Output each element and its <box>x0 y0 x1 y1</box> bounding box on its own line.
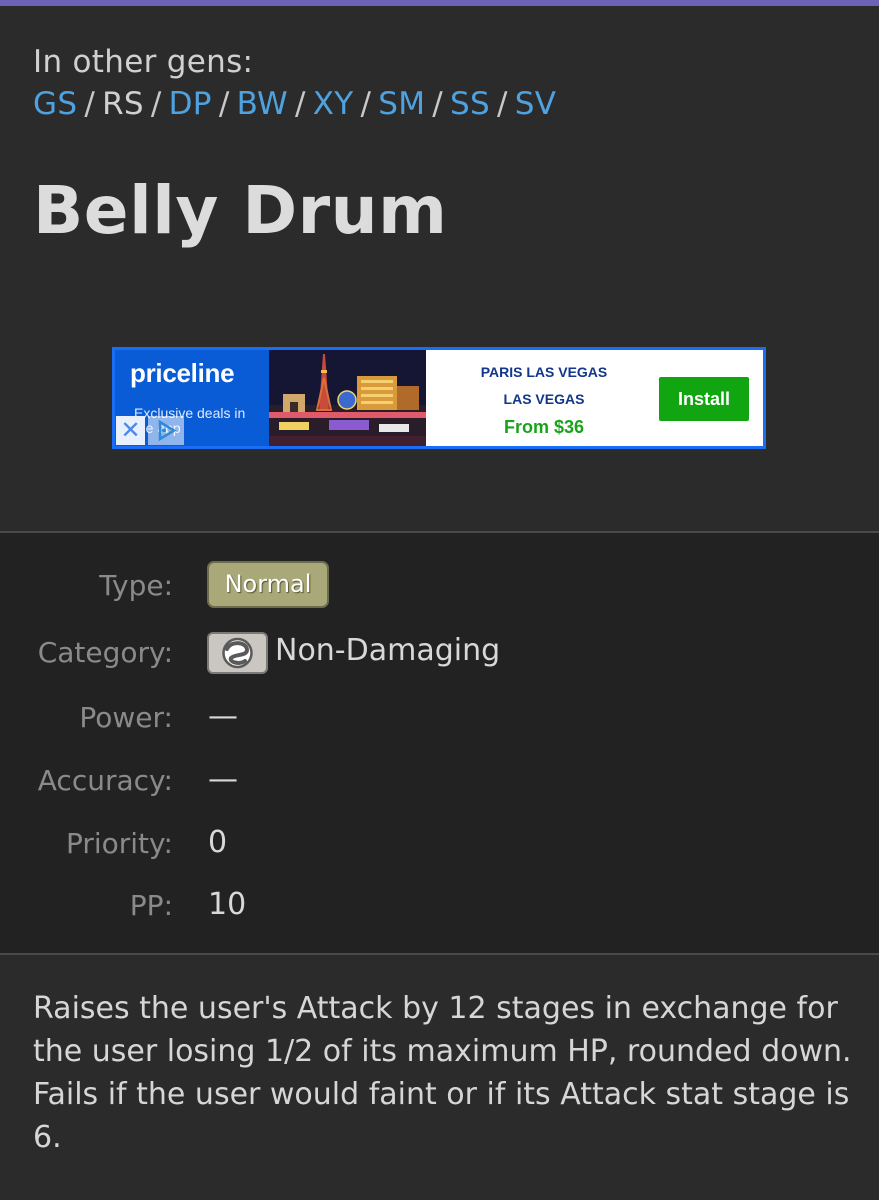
gen-link-bw[interactable]: BW <box>237 86 288 122</box>
ad-brand-logo: priceline <box>130 358 235 388</box>
pp-label: PP: <box>129 889 173 922</box>
type-label: Type: <box>99 569 173 602</box>
gens-nav: GS / RS / DP / BW / XY / SM / SS / SV <box>33 86 556 122</box>
ad-hotel-name: PARIS LAS VEGAS <box>480 364 608 380</box>
move-info-table: Type: Normal Category: Non-Damaging Powe… <box>0 531 879 955</box>
power-label: Power: <box>79 701 173 734</box>
gen-separator: / <box>432 86 444 122</box>
ad-banner[interactable]: priceline Exclusive deals in the app ✕ <box>112 347 766 449</box>
ad-brand-panel: priceline Exclusive deals in the app ✕ <box>115 350 269 446</box>
ad-close-icon[interactable]: ✕ <box>116 416 145 445</box>
gen-link-dp[interactable]: DP <box>169 86 212 122</box>
accuracy-value: — <box>208 762 238 797</box>
move-description: Raises the user's Attack by 12 stages in… <box>33 991 852 1155</box>
gen-link-sv[interactable]: SV <box>515 86 556 122</box>
type-badge[interactable]: Normal <box>207 561 329 608</box>
gen-separator: / <box>360 86 372 122</box>
ad-choices-icon[interactable] <box>148 416 184 445</box>
status-category-icon[interactable] <box>207 632 268 674</box>
gen-link-ss[interactable]: SS <box>450 86 490 122</box>
ad-hotel-image <box>269 350 426 446</box>
gen-link-gs[interactable]: GS <box>33 86 77 122</box>
gen-link-xy[interactable]: XY <box>313 86 354 122</box>
ad-price: From $36 <box>503 417 585 437</box>
gen-separator: / <box>84 86 96 122</box>
accuracy-label: Accuracy: <box>37 764 173 797</box>
gen-separator: / <box>497 86 508 122</box>
category-label: Category: <box>37 636 173 669</box>
gen-separator: / <box>294 86 306 122</box>
gen-link-sm[interactable]: SM <box>378 86 425 122</box>
top-accent-bar <box>0 0 879 6</box>
ad-location: LAS VEGAS <box>503 391 585 407</box>
priority-value: 0 <box>208 825 228 860</box>
gen-current-rs: RS <box>102 86 144 122</box>
other-gens-label: In other gens: <box>33 44 254 80</box>
power-value: — <box>208 699 238 734</box>
priority-label: Priority: <box>65 827 173 860</box>
ad-install-button[interactable]: Install <box>659 377 749 421</box>
gen-separator: / <box>218 86 230 122</box>
category-value: Non-Damaging <box>275 633 501 668</box>
page-title: Belly Drum <box>33 172 448 249</box>
pp-value: 10 <box>208 887 247 922</box>
gen-separator: / <box>150 86 162 122</box>
ad-offer-text: PARIS LAS VEGAS LAS VEGAS From $36 <box>426 350 662 446</box>
